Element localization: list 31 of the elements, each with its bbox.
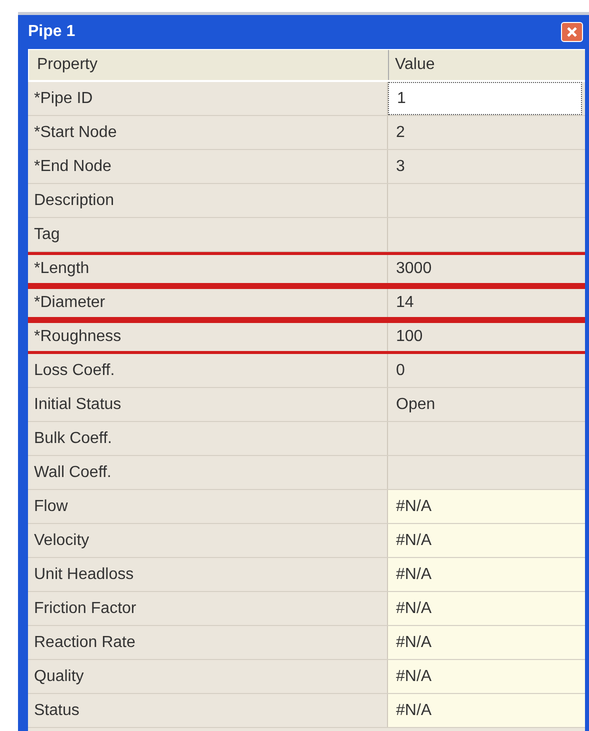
value-cell[interactable]: #N/A — [388, 558, 585, 591]
close-button[interactable] — [561, 22, 583, 42]
value-cell[interactable]: Open — [388, 388, 585, 421]
property-cell: *End Node — [28, 150, 388, 183]
property-cell: Tag — [28, 218, 388, 251]
property-cell: *Diameter — [28, 289, 388, 317]
column-header[interactable]: Value — [389, 50, 585, 80]
property-cell: *Length — [28, 255, 388, 283]
property-cell: Bulk Coeff. — [28, 422, 388, 455]
column-header[interactable]: Property — [29, 50, 389, 80]
property-cell: *Start Node — [28, 116, 388, 149]
property-cell: Loss Coeff. — [28, 354, 388, 387]
property-cell: Description — [28, 184, 388, 217]
value-cell[interactable]: #N/A — [388, 626, 585, 659]
window-title: Pipe 1 — [28, 22, 76, 42]
value-cell[interactable]: #N/A — [388, 592, 585, 625]
value-cell[interactable]: #N/A — [388, 660, 585, 693]
property-cell: Initial Status — [28, 388, 388, 421]
value-cell[interactable]: #N/A — [388, 490, 585, 523]
value-cell[interactable]: 0 — [388, 354, 585, 387]
value-cell[interactable]: 1 — [388, 82, 582, 115]
value-cell[interactable]: 14 — [388, 289, 585, 317]
value-cell[interactable]: 3 — [388, 150, 585, 183]
value-cell[interactable]: 3000 — [388, 255, 585, 283]
value-cell[interactable]: #N/A — [388, 524, 585, 557]
value-cell[interactable]: 2 — [388, 116, 585, 149]
close-icon — [566, 27, 578, 37]
property-cell: Wall Coeff. — [28, 456, 388, 489]
property-cell: *Roughness — [28, 323, 388, 351]
value-cell[interactable]: #N/A — [388, 694, 585, 727]
value-cell[interactable]: 100 — [388, 323, 585, 351]
